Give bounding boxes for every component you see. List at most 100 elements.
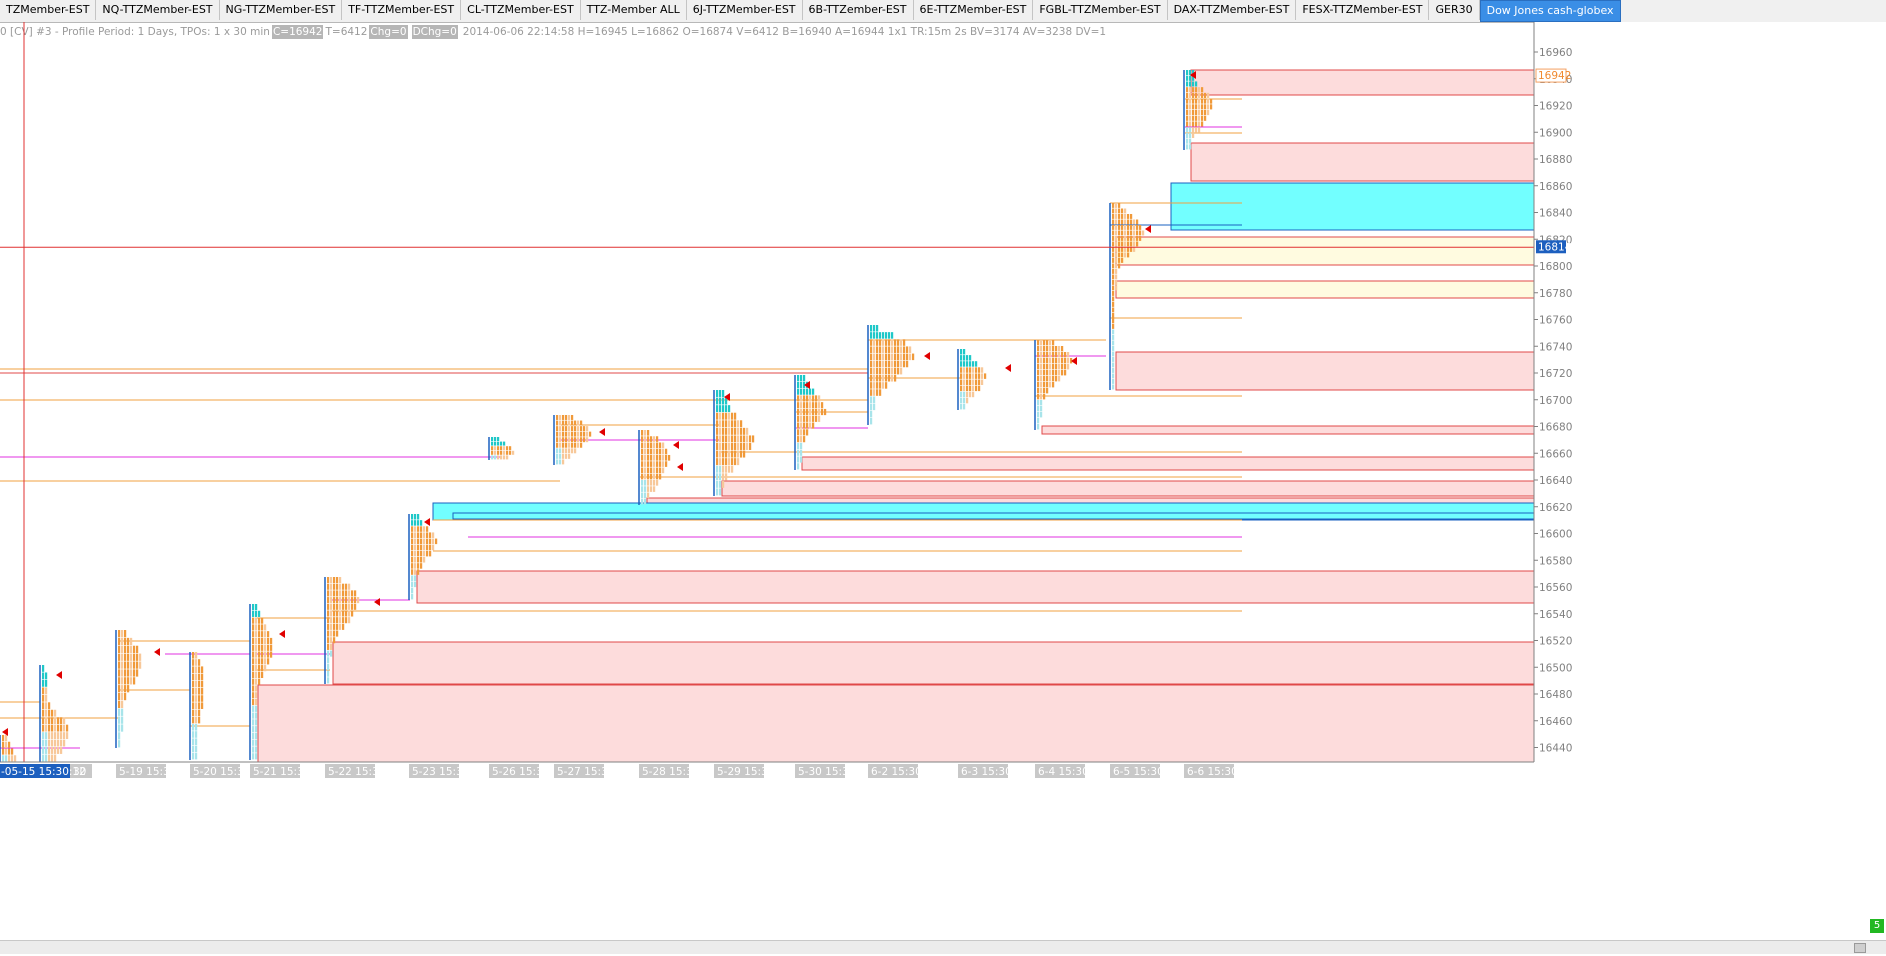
symbol-tab[interactable]: 6B-TTZember-EST <box>803 0 914 20</box>
tpo-block <box>1198 104 1201 110</box>
symbol-tab[interactable]: NQ-TTZMember-EST <box>96 0 220 20</box>
symbol-tab[interactable]: DAX-TTZMember-EST <box>1168 0 1297 20</box>
tpo-block <box>124 692 127 701</box>
tpo-block <box>426 538 429 545</box>
tpo-block <box>420 532 423 538</box>
tpo-block <box>426 532 429 538</box>
tpo-block <box>48 709 51 717</box>
tpo-block <box>644 486 647 492</box>
tpo-block <box>984 373 987 379</box>
tpo-block <box>894 353 897 361</box>
symbol-tab[interactable]: 6E-TTZMember-EST <box>914 0 1034 20</box>
symbol-tab[interactable]: TZMember-EST <box>0 0 97 20</box>
tpo-block <box>885 375 888 382</box>
tpo-block <box>969 379 972 385</box>
price-tick-label: 16800 <box>1539 261 1572 273</box>
tpo-block <box>728 405 731 413</box>
tpo-block <box>255 685 258 692</box>
symbol-tab[interactable]: NG-TTZMember-EST <box>220 0 343 20</box>
time-label: 5-20 15:30 <box>193 766 250 778</box>
tpo-block <box>192 745 195 753</box>
tpo-block <box>345 597 348 604</box>
tpo-block <box>1130 225 1133 230</box>
tpo-block <box>192 688 195 695</box>
tpo-block <box>42 732 45 740</box>
tpo-block <box>339 590 342 597</box>
tpo-block <box>665 448 668 455</box>
tpo-block <box>1121 214 1124 219</box>
tpo-block <box>734 412 737 420</box>
tpo-block <box>728 458 731 466</box>
tpo-block <box>261 624 264 631</box>
tpo-block <box>1124 230 1127 236</box>
tpo-block <box>1112 258 1115 263</box>
tpo-block <box>894 339 897 346</box>
tpo-block <box>900 339 903 346</box>
price-zone <box>1041 425 1535 435</box>
tpo-block <box>641 467 644 474</box>
tpo-block <box>51 717 54 725</box>
tpo-block <box>644 461 647 467</box>
tpo-block <box>647 448 650 455</box>
tpo-block <box>571 448 574 454</box>
tpo-block <box>1186 98 1189 104</box>
tpo-block <box>1112 362 1115 368</box>
tpo-block <box>1115 252 1118 258</box>
tpo-block <box>873 353 876 361</box>
tpo-block <box>800 415 803 422</box>
symbol-tab[interactable]: TF-TTZMember-EST <box>342 0 462 20</box>
symbol-tab[interactable]: FGBL-TTZMember-EST <box>1033 0 1168 20</box>
tpo-block <box>644 455 647 461</box>
tpo-block <box>130 677 133 685</box>
symbol-tab[interactable]: FESX-TTZMember-EST <box>1296 0 1430 20</box>
tpo-block <box>429 532 432 538</box>
symbol-tab[interactable]: GER30 <box>1429 0 1480 20</box>
market-profile-chart[interactable]: 1696016940169201690016880168601684016820… <box>0 22 1886 953</box>
tpo-block <box>255 712 258 719</box>
tpo-block <box>414 514 417 520</box>
tpo-block <box>136 645 139 653</box>
tpo-block <box>124 653 127 661</box>
horizontal-scrollbar[interactable] <box>0 940 1886 954</box>
tpo-block <box>333 610 336 617</box>
symbol-tab[interactable]: Dow Jones cash-globex <box>1479 0 1621 22</box>
tpo-block <box>1133 241 1136 247</box>
chart-canvas[interactable]: 1696016940169201690016880168601684016820… <box>0 22 1886 953</box>
tpo-block <box>63 717 66 725</box>
tpo-block <box>1142 230 1145 236</box>
scrollbar-thumb[interactable] <box>1854 943 1866 953</box>
tpo-block <box>411 581 414 588</box>
poc-marker <box>374 598 380 606</box>
tpo-block <box>42 747 45 754</box>
tpo-block <box>981 379 984 385</box>
tpo-block <box>1112 263 1115 269</box>
tpo-block <box>797 429 800 436</box>
tpo-block <box>432 538 435 545</box>
symbol-tab[interactable]: CL-TTZMember-EST <box>461 0 581 20</box>
tpo-block <box>258 624 261 631</box>
tpo-block <box>192 695 195 702</box>
tpo-block <box>583 431 586 437</box>
tpo-block <box>1052 364 1055 370</box>
price-tick-label: 16680 <box>1539 422 1572 434</box>
tpo-block <box>731 465 734 473</box>
tpo-block <box>1043 370 1046 376</box>
tpo-block <box>1064 358 1067 364</box>
tpo-block <box>267 644 270 651</box>
tpo-block <box>252 671 255 679</box>
symbol-tab[interactable]: 6J-TTZMember-EST <box>687 0 803 20</box>
tpo-block <box>201 702 204 709</box>
tpo-block <box>1195 127 1198 133</box>
tpo-block <box>556 459 559 465</box>
tpo-block <box>45 709 48 717</box>
tpo-block <box>351 603 354 610</box>
tpo-block <box>716 480 719 488</box>
tpo-block <box>888 346 891 353</box>
tpo-block <box>1061 346 1064 352</box>
tpo-block <box>261 644 264 651</box>
symbol-tab[interactable]: TTZ-Member ALL <box>581 0 687 20</box>
tpo-block <box>903 360 906 368</box>
tpo-block <box>255 651 258 658</box>
tpo-block <box>414 581 417 588</box>
tpo-block <box>330 610 333 617</box>
